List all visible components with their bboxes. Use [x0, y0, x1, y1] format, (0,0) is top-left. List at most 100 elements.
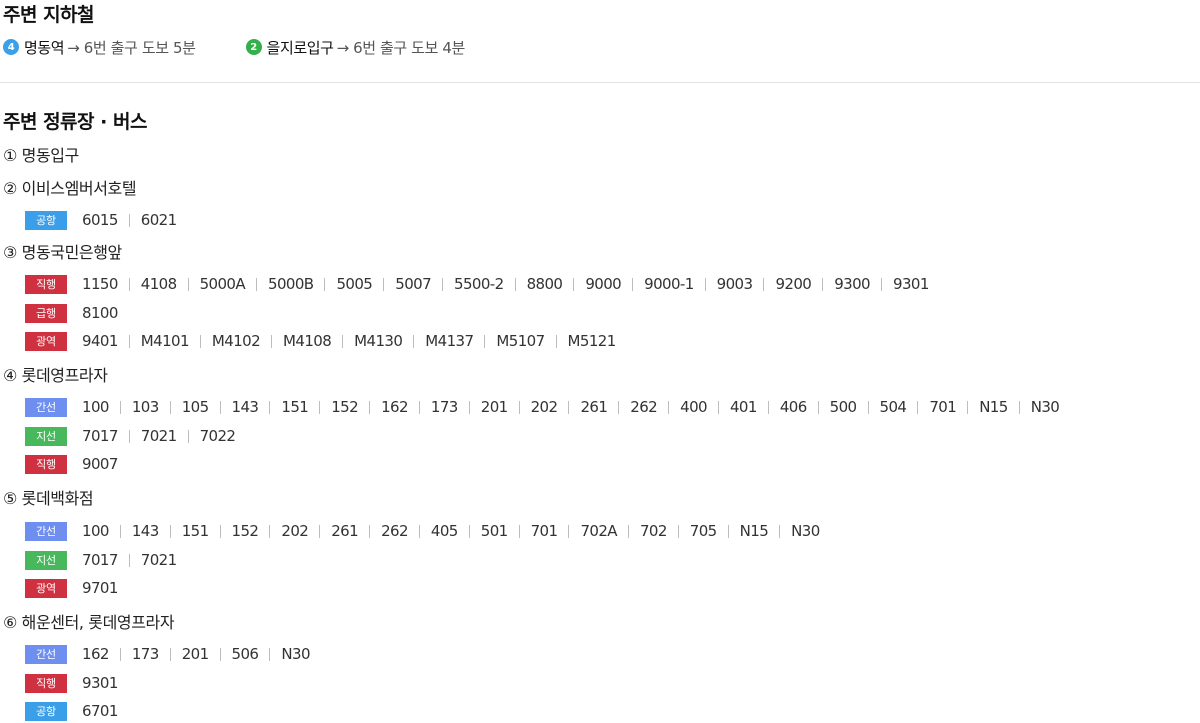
bus-number[interactable]: 261 — [319, 523, 369, 538]
bus-number[interactable]: N15 — [727, 523, 780, 538]
bus-number[interactable]: N30 — [1018, 399, 1071, 414]
bus-number[interactable]: 152 — [219, 523, 270, 538]
bus-number-list: 9301 — [82, 675, 129, 690]
bus-number[interactable]: 5007 — [383, 276, 442, 291]
bus-number[interactable]: 7021 — [128, 552, 188, 567]
bus-number[interactable]: 4108 — [128, 276, 188, 291]
bus-number[interactable]: 400 — [668, 399, 718, 414]
bus-number[interactable]: 201 — [169, 646, 220, 661]
bus-number[interactable]: N30 — [269, 646, 321, 661]
bus-number[interactable]: 162 — [82, 646, 120, 661]
bus-type-tag: 간선 — [25, 521, 67, 541]
bus-number[interactable]: 406 — [767, 399, 818, 414]
bus-stop-name[interactable]: ① 명동입구 — [3, 145, 79, 167]
bus-number[interactable]: 9401 — [82, 333, 129, 348]
bus-number[interactable]: 9000 — [573, 276, 632, 291]
line-2-badge: 2 — [245, 39, 262, 55]
bus-number[interactable]: 7017 — [82, 428, 129, 443]
bus-number[interactable]: 5000A — [187, 276, 256, 291]
subway-station-list: 4 명동역 → 6번 출구 도보 5분 2 을지로입구 → 6번 출구 도보 4… — [3, 36, 465, 58]
bus-number[interactable]: 405 — [418, 523, 469, 538]
bus-number[interactable]: 701 — [518, 523, 569, 538]
bus-number[interactable]: N30 — [779, 523, 831, 538]
bus-number[interactable]: 173 — [119, 646, 170, 661]
bus-route-row: 광역 9401 M4101 M4102 M4108 M4130 M4137 M5107 M51… — [25, 330, 627, 352]
bus-number[interactable]: 262 — [618, 399, 668, 414]
bus-type-tag: 공항 — [25, 701, 67, 721]
bus-number[interactable]: 8100 — [82, 305, 129, 320]
bus-number[interactable]: M4108 — [271, 333, 342, 348]
bus-number[interactable]: 100 — [82, 399, 120, 414]
bus-number[interactable]: 1150 — [82, 276, 129, 291]
bus-number[interactable]: M4130 — [342, 333, 413, 348]
bus-number[interactable]: 261 — [568, 399, 618, 414]
bus-number[interactable]: 6701 — [82, 703, 129, 718]
bus-number[interactable]: 105 — [169, 399, 220, 414]
bus-number[interactable]: 100 — [82, 523, 120, 538]
bus-number[interactable]: 6015 — [82, 212, 129, 227]
bus-number[interactable]: 9301 — [82, 675, 129, 690]
bus-stop-name[interactable]: ⑥ 해운센터, 롯데영프라자 — [3, 612, 175, 634]
subway-station-myeongdong[interactable]: 4 명동역 → 6번 출구 도보 5분 — [3, 37, 196, 58]
bus-route-row: 간선 100 103 105 143 151 152 162 173 201 202 261 262 4… — [25, 396, 1070, 418]
bus-number[interactable]: 173 — [418, 399, 469, 414]
bus-number[interactable]: 143 — [219, 399, 270, 414]
station-name: 명동역 — [24, 38, 65, 57]
bus-route-row: 급행 8100 — [25, 302, 129, 324]
bus-number[interactable]: 7021 — [128, 428, 188, 443]
bus-number[interactable]: 500 — [817, 399, 868, 414]
bus-number[interactable]: 143 — [119, 523, 170, 538]
bus-stop-name[interactable]: ④ 롯데영프라자 — [3, 365, 108, 387]
bus-number[interactable]: 262 — [369, 523, 419, 538]
bus-number[interactable]: 501 — [468, 523, 519, 538]
bus-number[interactable]: M4137 — [413, 333, 484, 348]
bus-number[interactable]: 151 — [269, 399, 319, 414]
bus-number[interactable]: 103 — [119, 399, 170, 414]
bus-number[interactable]: 5500-2 — [442, 276, 515, 291]
bus-number[interactable]: 162 — [369, 399, 419, 414]
bus-number[interactable]: 504 — [867, 399, 918, 414]
bus-number[interactable]: N15 — [967, 399, 1019, 414]
bus-number[interactable]: 701 — [917, 399, 967, 414]
bus-number[interactable]: 705 — [677, 523, 728, 538]
bus-number[interactable]: M5121 — [555, 333, 627, 348]
bus-number[interactable]: 151 — [169, 523, 220, 538]
bus-number[interactable]: 7017 — [82, 552, 129, 567]
bus-number[interactable]: 8800 — [514, 276, 574, 291]
bus-stop-name[interactable]: ③ 명동국민은행앞 — [3, 242, 122, 264]
bus-number[interactable]: 202 — [269, 523, 319, 538]
bus-number[interactable]: 401 — [717, 399, 768, 414]
bus-number-list: 100 103 105 143 151 152 162 173 201 202 261 262 400 4… — [82, 399, 1071, 414]
bus-number[interactable]: M4102 — [199, 333, 271, 348]
bus-number[interactable]: 6021 — [128, 212, 188, 227]
bus-number[interactable]: 9701 — [82, 580, 129, 595]
bus-number[interactable]: 702A — [568, 523, 628, 538]
section-divider — [0, 82, 1200, 83]
subway-station-euljiro[interactable]: 2 을지로입구 → 6번 출구 도보 4분 — [245, 37, 465, 58]
bus-number[interactable]: 201 — [468, 399, 519, 414]
bus-number[interactable]: 9003 — [704, 276, 764, 291]
bus-number[interactable]: 9000-1 — [632, 276, 705, 291]
line-4-badge: 4 — [3, 39, 19, 55]
bus-number[interactable]: 9301 — [881, 276, 940, 291]
bus-number[interactable]: 5005 — [324, 276, 383, 291]
bus-number-list: 9401 M4101 M4102 M4108 M4130 M4137 M5107 M5121 — [82, 333, 627, 348]
bus-number[interactable]: 152 — [319, 399, 369, 414]
bus-number[interactable]: 7022 — [187, 428, 247, 443]
bus-number[interactable]: M5107 — [484, 333, 555, 348]
bus-number[interactable]: 9200 — [763, 276, 822, 291]
bus-number[interactable]: 9300 — [822, 276, 881, 291]
bus-route-row: 공항 6015 6021 — [25, 209, 188, 231]
bus-stop-name[interactable]: ⑤ 롯데백화점 — [3, 488, 94, 510]
bus-stop-name[interactable]: ② 이비스엠버서호텔 — [3, 178, 137, 200]
bus-route-row: 직행 9301 — [25, 672, 129, 694]
bus-number[interactable]: 5000B — [256, 276, 324, 291]
bus-type-tag: 지선 — [25, 426, 67, 446]
bus-number-list: 162 173 201 506 N30 — [82, 646, 321, 661]
bus-number[interactable]: M4101 — [128, 333, 200, 348]
bus-number[interactable]: 9007 — [82, 456, 129, 471]
bus-number[interactable]: 702 — [627, 523, 678, 538]
bus-number[interactable]: 506 — [219, 646, 270, 661]
bus-number[interactable]: 202 — [518, 399, 569, 414]
bus-route-row: 지선 7017 7021 7022 — [25, 425, 246, 447]
